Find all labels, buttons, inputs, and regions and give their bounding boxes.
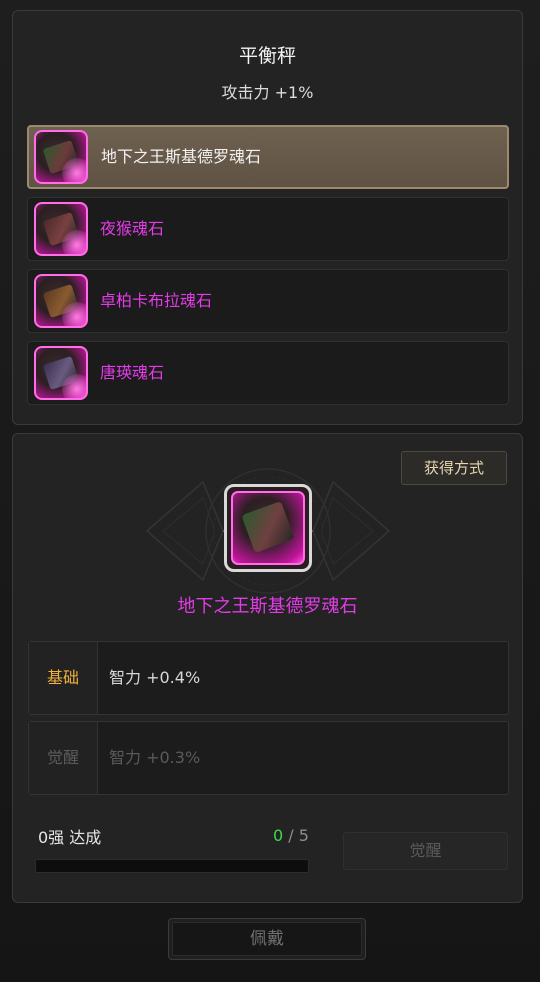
awaken-stat-tag: 觉醒: [29, 722, 98, 794]
enhance-progress-bar: [35, 859, 309, 873]
equip-button-label: 佩戴: [172, 922, 362, 956]
soulstone-icon: [34, 346, 88, 400]
soulstone-item-label: 唐瑛魂石: [100, 363, 165, 382]
soulstone-item-3[interactable]: 卓柏卡布拉魂石: [27, 269, 509, 333]
soulstone-list-panel: 平衡秤 攻击力 +1% 地下之王斯基德罗魂石 夜猴魂石 卓柏卡布拉魂石 唐瑛魂石: [12, 10, 523, 425]
soulstone-icon: [34, 274, 88, 328]
soulstone-item-label: 夜猴魂石: [100, 219, 165, 238]
soulstone-item-label: 卓柏卡布拉魂石: [100, 291, 213, 310]
set-title: 平衡秤: [238, 45, 296, 67]
soulstone-icon: [34, 202, 88, 256]
equip-button[interactable]: 佩戴: [168, 918, 366, 960]
awaken-stat-row: 觉醒 智力 +0.3%: [28, 721, 509, 795]
progress-current: 0: [273, 826, 284, 845]
enhance-progress-count: 0 / 5: [273, 826, 309, 845]
soulstone-item-4[interactable]: 唐瑛魂石: [27, 341, 509, 405]
base-stat-value: 智力 +0.4%: [109, 668, 201, 687]
soulstone-detail-panel: 获得方式 地下之王斯基德罗魂石 基础 智力 +0.4% 觉醒 智力 +0.3% …: [12, 433, 523, 903]
base-stat-tag: 基础: [29, 642, 98, 714]
selected-soulstone-icon: [224, 484, 312, 572]
selected-soulstone-name: 地下之王斯基德罗魂石: [177, 596, 358, 617]
soulstone-item-2[interactable]: 夜猴魂石: [27, 197, 509, 261]
awaken-button[interactable]: 觉醒: [343, 832, 508, 870]
soulstone-item-label: 地下之王斯基德罗魂石: [101, 147, 262, 166]
set-bonus: 攻击力 +1%: [221, 83, 314, 102]
base-stat-row: 基础 智力 +0.4%: [28, 641, 509, 715]
soulstone-item-1[interactable]: 地下之王斯基德罗魂石: [27, 125, 509, 189]
progress-total: / 5: [288, 826, 309, 845]
soulstone-window: 平衡秤 攻击力 +1% 地下之王斯基德罗魂石 夜猴魂石 卓柏卡布拉魂石 唐瑛魂石…: [0, 0, 540, 982]
soulstone-icon: [34, 130, 88, 184]
enhance-progress-label: 0强 达成: [38, 828, 102, 847]
soulstone-list: 地下之王斯基德罗魂石 夜猴魂石 卓柏卡布拉魂石 唐瑛魂石: [27, 125, 509, 413]
acquire-method-button[interactable]: 获得方式: [401, 451, 507, 485]
awaken-stat-value: 智力 +0.3%: [109, 748, 201, 767]
